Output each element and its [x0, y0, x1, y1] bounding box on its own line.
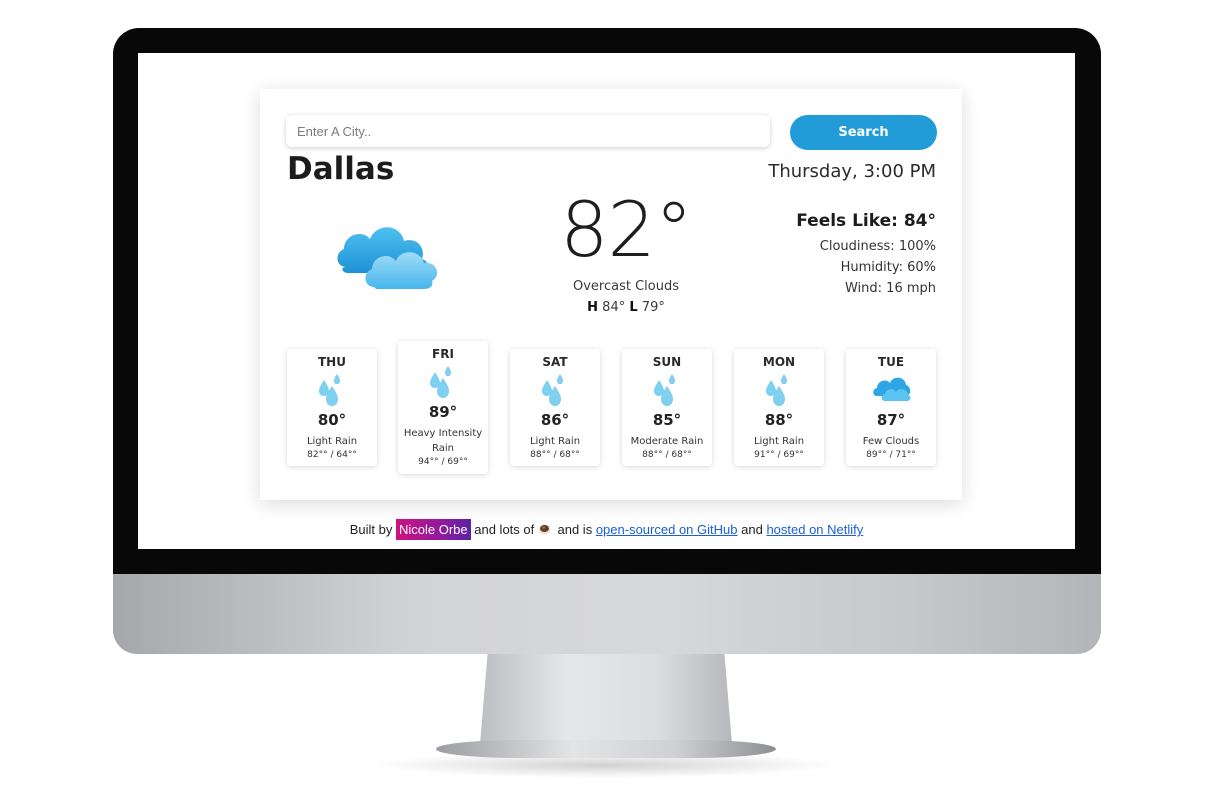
forecast-day: TUE: [877, 355, 905, 369]
forecast-temp: 89°: [428, 403, 458, 421]
forecast-temp: 86°: [540, 411, 570, 429]
forecast-range: 89°° / 71°°: [866, 450, 916, 460]
monitor-chin: [113, 574, 1101, 654]
forecast-range: 91°° / 69°°: [754, 450, 804, 460]
coffee-icon: [538, 524, 550, 535]
github-link[interactable]: open-sourced on GitHub: [596, 522, 738, 537]
footer-and: and: [741, 522, 763, 537]
cloudiness: Cloudiness: 100%: [819, 239, 936, 254]
rain-drops-icon: [766, 374, 787, 406]
forecast-day: SAT: [542, 355, 568, 369]
forecast-desc: Light Rain: [529, 436, 581, 447]
forecast-card-thu[interactable]: THU 80° Light Rain 82°° / 64°°: [287, 349, 377, 466]
footer-built-by: Built by: [349, 522, 393, 537]
rain-drops-icon: [319, 374, 340, 406]
forecast-desc: Light Rain: [753, 436, 805, 447]
weather-description: Overcast Clouds: [572, 279, 679, 294]
monitor-stand-neck: [480, 654, 732, 744]
forecast-day: MON: [762, 355, 796, 369]
low-label: L: [629, 300, 638, 315]
forecast-card-sun[interactable]: SUN 85° Moderate Rain 88°° / 68°°: [622, 349, 712, 466]
forecast-range: 94°° / 69°°: [418, 457, 468, 467]
forecast-card-fri[interactable]: FRI 89° Heavy Intensity Rain 94°° / 69°°: [398, 341, 488, 474]
netlify-link[interactable]: hosted on Netlify: [766, 522, 863, 537]
high-value: 84°: [602, 300, 626, 315]
current-temperature: 82°: [560, 185, 693, 274]
forecast-desc: Heavy Intensity Rain: [403, 428, 483, 454]
forecast-desc: Few Clouds: [862, 436, 920, 447]
forecast-desc: Moderate Rain: [630, 436, 704, 447]
forecast-temp: 87°: [876, 411, 906, 429]
monitor-mockup: Search Dallas Thursday, 3:00 PM 82° Over…: [0, 0, 1215, 810]
forecast-card-tue[interactable]: TUE 87° Few Clouds 89°° / 71°°: [846, 349, 936, 466]
wind: Wind: 16 mph: [844, 281, 936, 296]
forecast-day: FRI: [432, 347, 454, 361]
forecast-card-mon[interactable]: MON 88° Light Rain 91°° / 69°°: [734, 349, 824, 466]
low-value: 79°: [641, 300, 665, 315]
rain-drops-icon: [430, 366, 451, 398]
author-badge: Nicole Orbe: [395, 519, 471, 540]
feels-like: Feels Like: 84°: [796, 211, 936, 231]
forecast-temp: 80°: [317, 411, 347, 429]
forecast-range: 82°° / 64°°: [307, 450, 357, 460]
footer: Built by Nicole Orbe and lots of and is …: [138, 519, 1075, 540]
forecast-temp: 88°: [764, 411, 794, 429]
rain-drops-icon: [542, 374, 563, 406]
city-name: Dallas: [287, 151, 395, 187]
forecast-list: THU 80° Light Rain 82°° / 64°° FRI 89° H…: [287, 341, 937, 481]
overcast-clouds-icon: [337, 227, 438, 289]
forecast-temp: 85°: [652, 411, 682, 429]
humidity: Humidity: 60%: [840, 260, 936, 275]
forecast-desc: Light Rain: [306, 436, 358, 447]
city-search-input[interactable]: [286, 115, 770, 147]
forecast-range: 88°° / 68°°: [530, 450, 580, 460]
weather-details: Feels Like: 84° Cloudiness: 100% Humidit…: [796, 211, 936, 299]
footer-and-is: and is: [557, 522, 593, 537]
forecast-day: THU: [318, 355, 346, 369]
weather-card: Search Dallas Thursday, 3:00 PM 82° Over…: [260, 89, 962, 500]
high-low: H 84° L 79°: [510, 300, 742, 315]
monitor-stand-base: [436, 740, 776, 758]
high-label: H: [587, 300, 599, 315]
cloud-icon: [873, 377, 911, 401]
forecast-day: SUN: [652, 355, 682, 369]
search-button[interactable]: Search: [790, 115, 937, 150]
footer-and-lots-of: and lots of: [474, 522, 535, 537]
screen: Search Dallas Thursday, 3:00 PM 82° Over…: [138, 53, 1075, 549]
forecast-range: 88°° / 68°°: [642, 450, 692, 460]
rain-drops-icon: [654, 374, 675, 406]
current-datetime: Thursday, 3:00 PM: [768, 161, 936, 182]
forecast-card-sat[interactable]: SAT 86° Light Rain 88°° / 68°°: [510, 349, 600, 466]
